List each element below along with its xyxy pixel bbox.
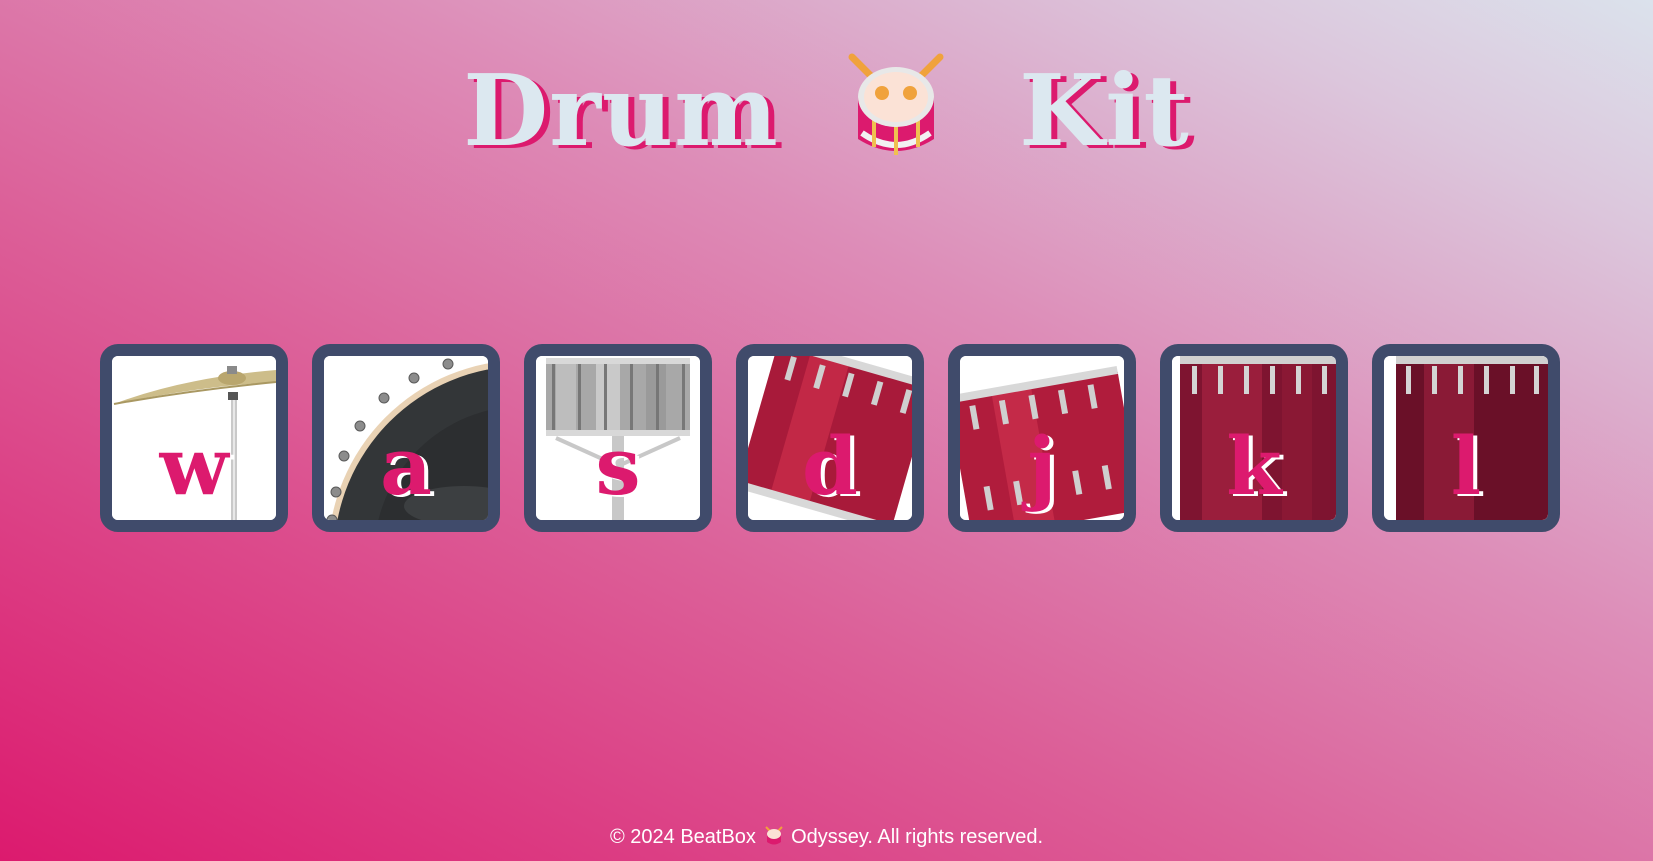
drum-key-label: w [159, 419, 229, 513]
drum-key-label: s [595, 419, 641, 513]
drum-key-label: j [1027, 419, 1057, 513]
drum-icon [844, 53, 948, 163]
drum-key-label: d [802, 419, 858, 513]
drum-pad-w[interactable]: w [100, 344, 288, 532]
footer: © 2024 BeatBox Odyssey. All rights reser… [0, 826, 1653, 849]
title-word-drum: Drum [463, 53, 779, 169]
drum-pad-a[interactable]: a [312, 344, 500, 532]
drum-pad-k[interactable]: k [1160, 344, 1348, 532]
drum-pad-l[interactable]: l [1372, 344, 1560, 532]
drum-key-label: l [1450, 419, 1482, 513]
footer-copyright-text: © 2024 BeatBox [609, 826, 756, 848]
drum-pad-j[interactable]: j [948, 344, 1136, 532]
title-word-kit: Kit [1019, 53, 1190, 169]
drum-pad-s[interactable]: s [524, 344, 712, 532]
drum-key-label: a [380, 419, 432, 513]
drum-icon [764, 826, 783, 846]
drum-set: w a s d j k l [100, 344, 1563, 532]
drum-pad-d[interactable]: d [736, 344, 924, 532]
footer-rights-text: Odyssey. All rights reserved. [791, 826, 1044, 848]
drum-key-label: k [1226, 419, 1282, 513]
page-title: Drum Kit [0, 44, 1653, 172]
